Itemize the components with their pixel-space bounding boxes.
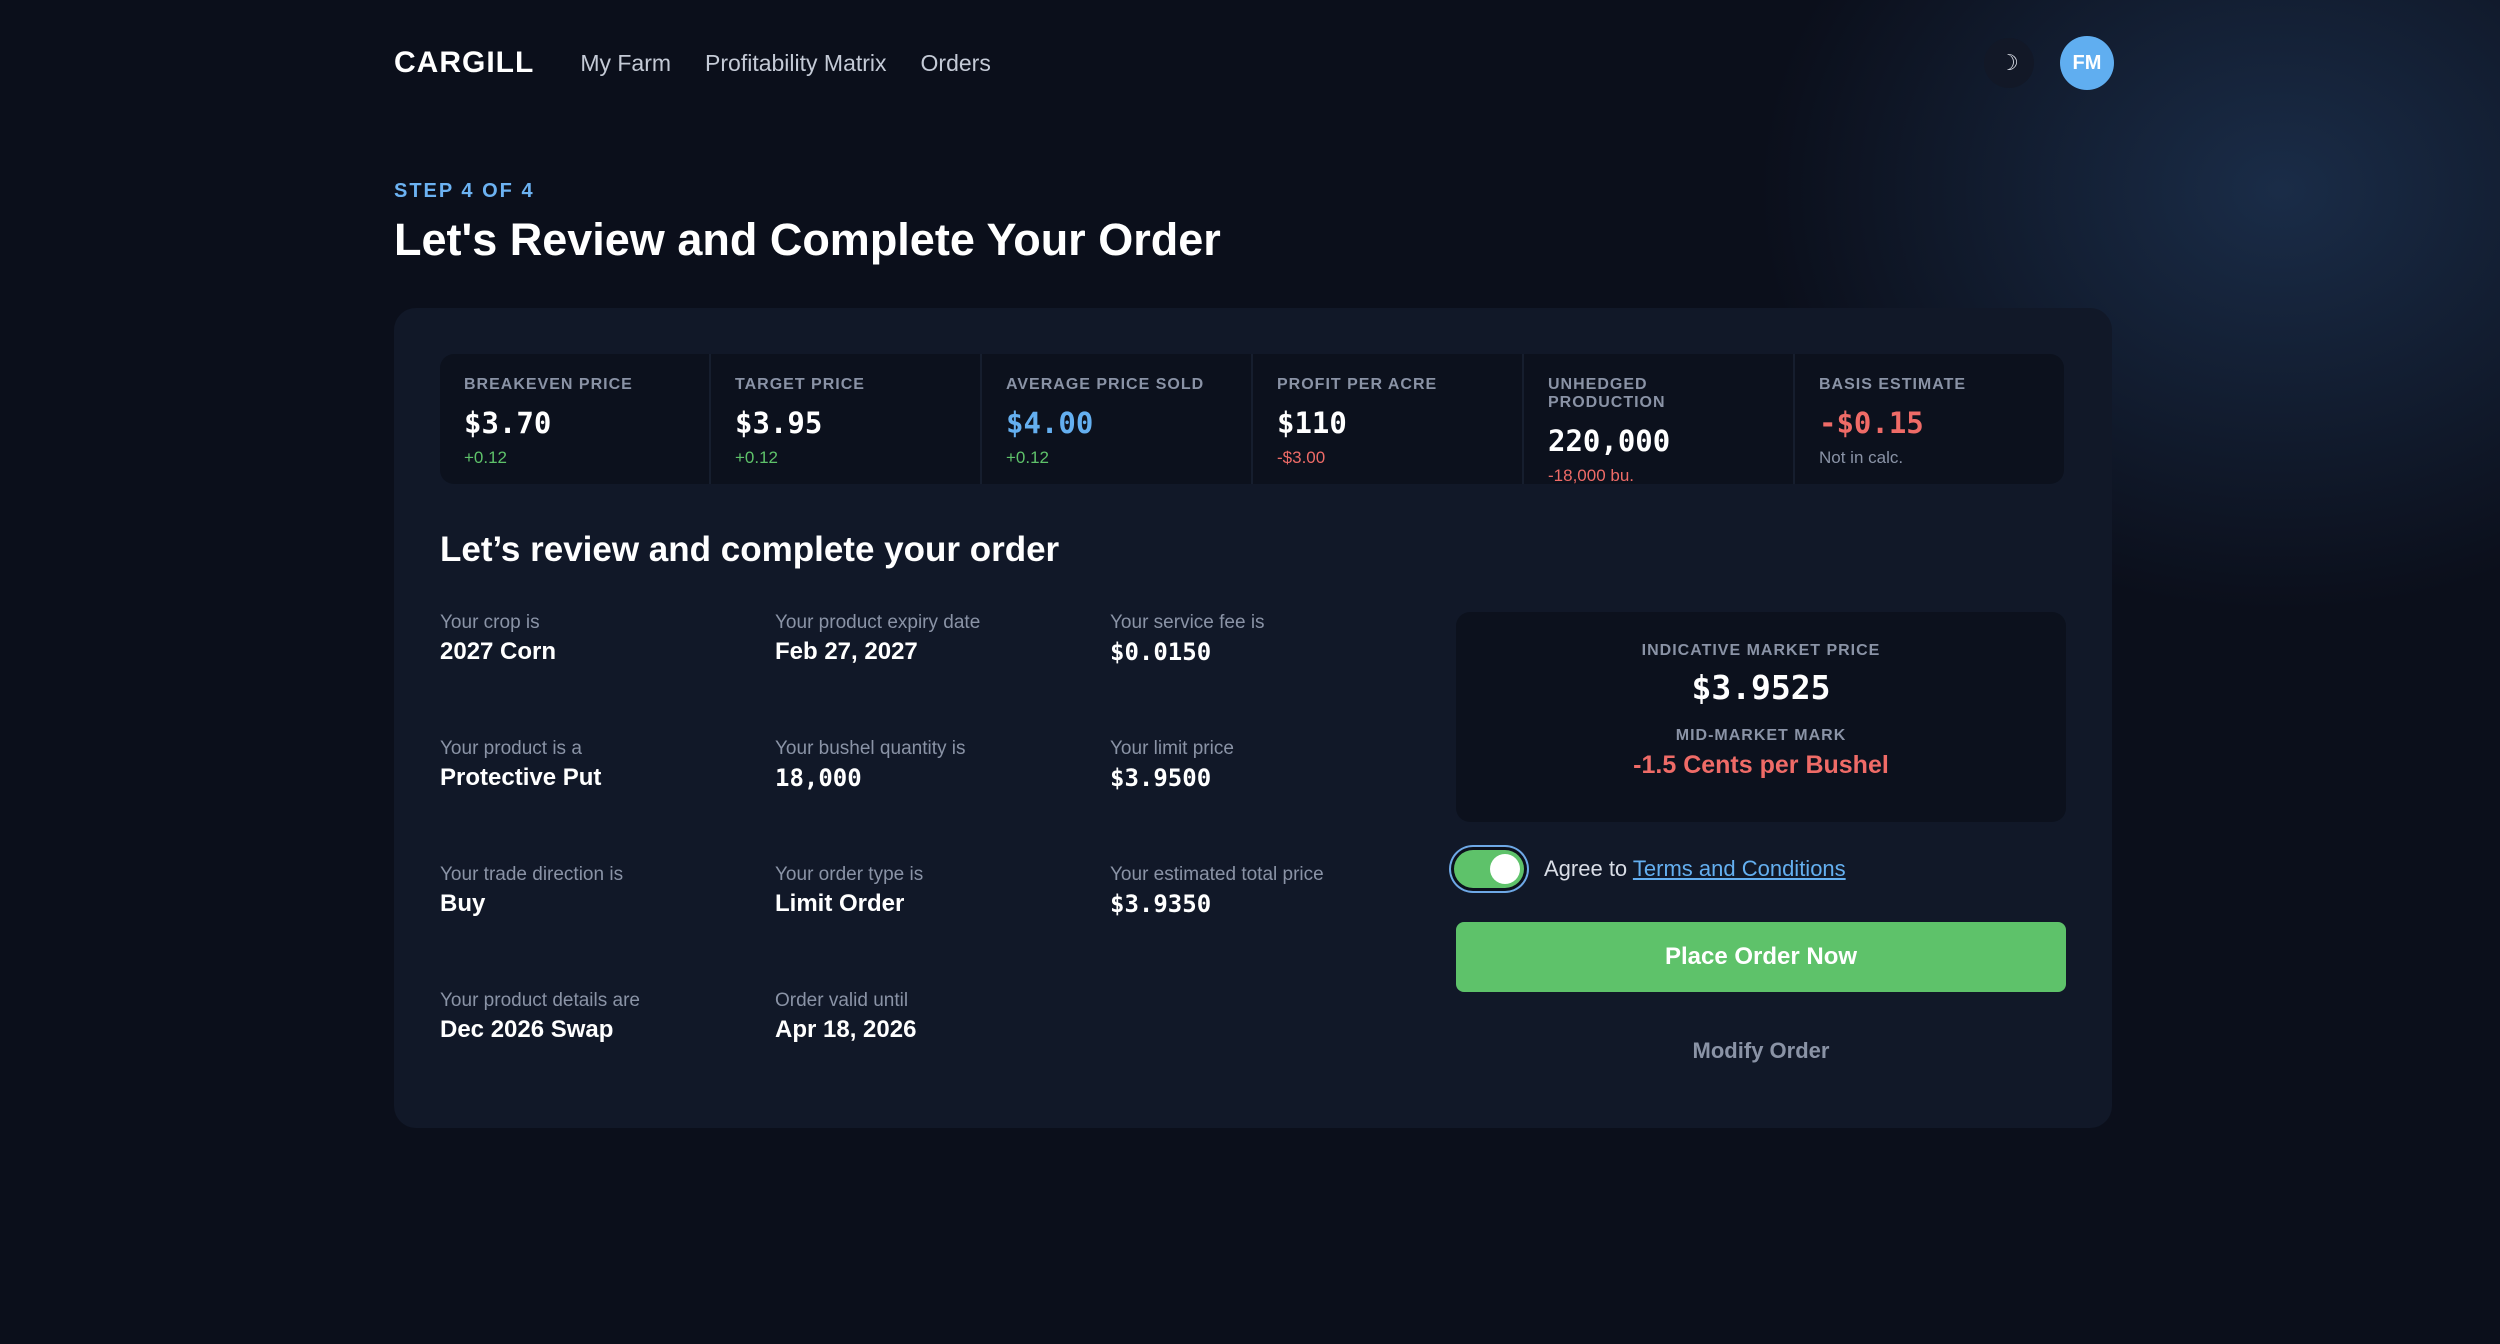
stat-label: BREAKEVEN PRICE	[464, 376, 633, 393]
terms-link[interactable]: Terms and Conditions	[1633, 856, 1846, 881]
stat-value: 220,000	[1548, 424, 1671, 458]
detail-limit-price: Your limit price $3.9500	[1110, 738, 1444, 864]
stat-unhedged-production: UNHEDGED PRODUCTION 220,000 -18,000 bu.	[1524, 354, 1795, 484]
stat-value: $4.00	[1006, 406, 1094, 440]
detail-expiry-date: Your product expiry date Feb 27, 2027	[775, 612, 1110, 738]
detail-valid-until: Order valid until Apr 18, 2026	[775, 990, 1110, 1116]
detail-estimated-total: Your estimated total price $3.9350	[1110, 864, 1444, 990]
stat-label: BASIS ESTIMATE	[1819, 376, 1967, 393]
detail-product-details: Your product details are Dec 2026 Swap	[440, 990, 775, 1116]
stat-value: -$0.15	[1819, 406, 1924, 440]
step-indicator: STEP 4 OF 4	[394, 180, 535, 202]
detail-label: Your limit price	[1110, 738, 1234, 759]
detail-label: Your product is a	[440, 738, 582, 759]
detail-label: Order valid until	[775, 990, 909, 1011]
moon-icon: ☽	[1999, 50, 2019, 75]
detail-label: Your service fee is	[1110, 612, 1265, 633]
detail-label: Your trade direction is	[440, 864, 624, 885]
nav-profitability-matrix[interactable]: Profitability Matrix	[705, 50, 886, 77]
user-avatar[interactable]: FM	[2060, 36, 2114, 90]
detail-value: 2027 Corn	[440, 638, 557, 665]
detail-value: Protective Put	[440, 764, 602, 791]
stat-delta: -$3.00	[1277, 448, 1326, 467]
order-details-grid: Your crop is 2027 Corn Your product expi…	[440, 612, 1444, 1116]
stat-basis-estimate: BASIS ESTIMATE -$0.15 Not in calc.	[1795, 354, 2064, 484]
stat-value: $110	[1277, 406, 1347, 440]
detail-label: Your product details are	[440, 990, 640, 1011]
detail-value: Limit Order	[775, 890, 905, 917]
detail-value: Apr 18, 2026	[775, 1016, 917, 1043]
stat-label: UNHEDGED PRODUCTION	[1548, 376, 1666, 411]
stat-label: TARGET PRICE	[735, 376, 865, 393]
stat-label: PROFIT PER ACRE	[1277, 376, 1438, 393]
modify-order-button[interactable]: Modify Order	[1456, 1026, 2066, 1076]
detail-label: Your order type is	[775, 864, 924, 885]
detail-label: Your product expiry date	[775, 612, 981, 633]
review-section-title: Let’s review and complete your order	[440, 530, 1060, 569]
stat-profit-per-acre: PROFIT PER ACRE $110 -$3.00	[1253, 354, 1524, 484]
stat-value: $3.70	[464, 406, 552, 440]
toggle-knob	[1490, 854, 1520, 884]
detail-value: $3.9350	[1110, 890, 1212, 918]
terms-agreement: Agree to Terms and Conditions	[1454, 850, 1846, 888]
main-nav: My Farm Profitability Matrix Orders	[580, 50, 991, 77]
stat-delta: Not in calc.	[1819, 448, 1904, 467]
detail-service-fee: Your service fee is $0.0150	[1110, 612, 1444, 738]
detail-value: Buy	[440, 890, 486, 917]
mid-market-label: MID-MARKET MARK	[1675, 727, 1847, 744]
stats-bar: BREAKEVEN PRICE $3.70 +0.12 TARGET PRICE…	[440, 354, 2064, 484]
detail-value: $3.9500	[1110, 764, 1212, 792]
detail-product: Your product is a Protective Put	[440, 738, 775, 864]
detail-label: Your estimated total price	[1110, 864, 1324, 885]
top-navigation-bar: CARGILL My Farm Profitability Matrix Ord…	[394, 36, 2114, 90]
stat-target-price: TARGET PRICE $3.95 +0.12	[711, 354, 982, 484]
agree-prefix: Agree to	[1544, 856, 1633, 881]
stat-delta: +0.12	[464, 448, 508, 467]
stat-delta: -18,000 bu.	[1548, 466, 1635, 484]
detail-value: 18,000	[775, 764, 862, 792]
stat-breakeven-price: BREAKEVEN PRICE $3.70 +0.12	[440, 354, 711, 484]
detail-crop: Your crop is 2027 Corn	[440, 612, 775, 738]
stat-delta: +0.12	[1006, 448, 1050, 467]
detail-value: Dec 2026 Swap	[440, 1016, 614, 1043]
detail-trade-direction: Your trade direction is Buy	[440, 864, 775, 990]
place-order-button[interactable]: Place Order Now	[1456, 922, 2066, 992]
stat-label: AVERAGE PRICE SOLD	[1006, 376, 1205, 393]
indicative-price-value: $3.9525	[1691, 668, 1831, 707]
detail-bushel-quantity: Your bushel quantity is 18,000	[775, 738, 1110, 864]
stat-average-price-sold: AVERAGE PRICE SOLD $4.00 +0.12	[982, 354, 1253, 484]
market-price-panel: INDICATIVE MARKET PRICE $3.9525 MID-MARK…	[1456, 612, 2066, 822]
nav-orders[interactable]: Orders	[921, 50, 991, 77]
stat-delta: +0.12	[735, 448, 779, 467]
detail-label: Your bushel quantity is	[775, 738, 966, 759]
page-title: Let's Review and Complete Your Order	[394, 214, 1221, 265]
nav-my-farm[interactable]: My Farm	[580, 50, 671, 77]
stat-value: $3.95	[735, 406, 823, 440]
detail-value: Feb 27, 2027	[775, 638, 918, 665]
cargill-logo[interactable]: CARGILL	[394, 46, 534, 80]
theme-toggle-button[interactable]: ☽	[1984, 38, 2034, 88]
detail-value: $0.0150	[1110, 638, 1212, 666]
detail-label: Your crop is	[440, 612, 540, 633]
detail-order-type: Your order type is Limit Order	[775, 864, 1110, 990]
header-actions: ☽ FM	[1984, 36, 2114, 90]
mid-market-value: -1.5 Cents per Bushel	[1633, 751, 1889, 779]
terms-toggle[interactable]	[1454, 850, 1524, 888]
order-review-card: BREAKEVEN PRICE $3.70 +0.12 TARGET PRICE…	[394, 308, 2112, 1128]
indicative-price-label: INDICATIVE MARKET PRICE	[1641, 642, 1881, 659]
agree-text: Agree to Terms and Conditions	[1544, 856, 1846, 882]
